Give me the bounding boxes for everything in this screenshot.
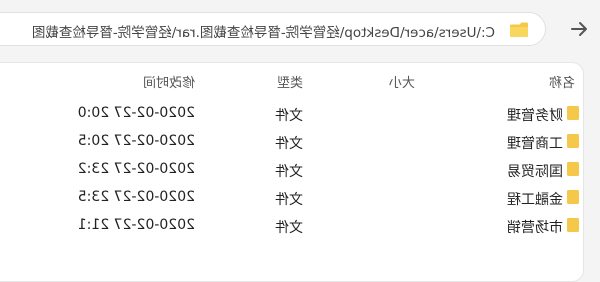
- file-type: 文件: [275, 220, 303, 236]
- file-row[interactable]: 市场营销 文件 2020-02-27 21:1: [0, 213, 583, 239]
- address-path: C:\Users\acer\Desktop\经管学院-督导检查截图.rar\经管…: [31, 25, 495, 41]
- folder-icon: [567, 106, 579, 120]
- file-name: 国际贸易: [507, 164, 563, 180]
- column-header-modified[interactable]: 修改时间: [143, 72, 195, 91]
- address-area: C:\Users\acer\Desktop\经管学院-督导检查截图.rar\经管…: [0, 0, 600, 60]
- file-row[interactable]: 财务管理 文件 2020-02-27 20:0: [0, 101, 583, 127]
- folder-icon: [567, 190, 579, 204]
- file-modified: 2020-02-27 20:5: [77, 133, 195, 149]
- file-type: 文件: [275, 192, 303, 208]
- explorer-window: C:\Users\acer\Desktop\经管学院-督导检查截图.rar\经管…: [0, 0, 600, 282]
- file-name: 市场营销: [507, 220, 563, 236]
- file-name: 财务管理: [507, 108, 563, 124]
- column-header-type[interactable]: 类型: [277, 72, 303, 91]
- folder-icon: [510, 22, 528, 37]
- file-type: 文件: [275, 136, 303, 152]
- file-list-panel: 名称 大小 类型 修改时间 财务管理 文件 2020-02-27 20:0 工商…: [0, 62, 584, 282]
- file-modified: 2020-02-27 21:1: [77, 217, 195, 233]
- column-header-row: 名称 大小 类型 修改时间: [0, 63, 583, 97]
- file-row[interactable]: 金融工程 文件 2020-02-27 23:5: [0, 185, 583, 211]
- file-name: 金融工程: [507, 192, 563, 208]
- file-modified: 2020-02-27 20:0: [77, 105, 195, 121]
- column-header-size[interactable]: 大小: [389, 72, 415, 91]
- back-button[interactable]: [566, 14, 592, 44]
- file-modified: 2020-02-27 23:2: [77, 161, 195, 177]
- file-row[interactable]: 工商管理 文件 2020-02-27 20:5: [0, 129, 583, 155]
- file-type: 文件: [275, 108, 303, 124]
- file-modified: 2020-02-27 23:5: [77, 189, 195, 205]
- file-name: 工商管理: [507, 136, 563, 152]
- column-header-name[interactable]: 名称: [549, 72, 575, 91]
- file-type: 文件: [275, 164, 303, 180]
- folder-icon: [567, 134, 579, 148]
- file-row[interactable]: 国际贸易 文件 2020-02-27 23:2: [0, 157, 583, 183]
- back-arrow-icon: [571, 22, 587, 36]
- folder-icon: [567, 218, 579, 232]
- address-bar[interactable]: C:\Users\acer\Desktop\经管学院-督导检查截图.rar\经管…: [0, 12, 546, 46]
- folder-icon: [567, 162, 579, 176]
